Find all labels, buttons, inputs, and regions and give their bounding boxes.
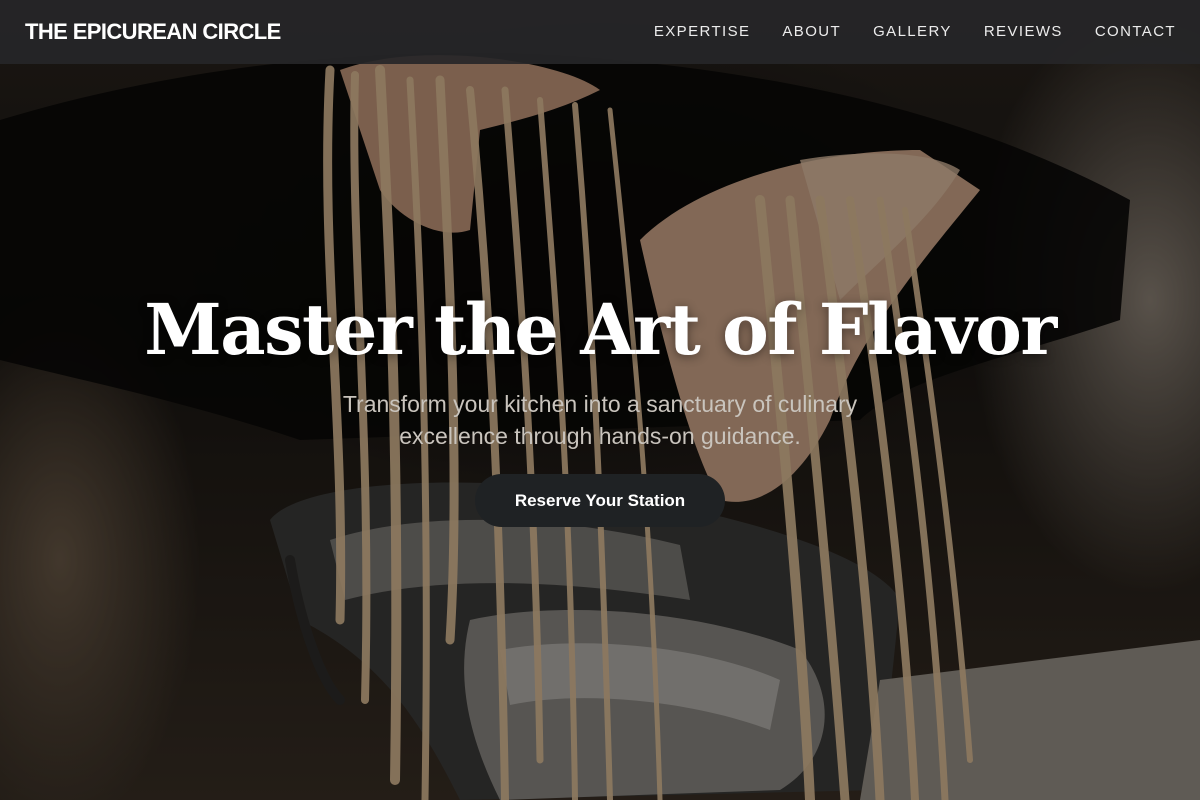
nav-link-about[interactable]: ABOUT: [782, 23, 841, 40]
nav-item-contact: CONTACT: [1095, 23, 1176, 41]
nav-item-expertise: EXPERTISE: [654, 23, 751, 41]
nav-link-reviews[interactable]: REVIEWS: [984, 23, 1063, 40]
hero-title: Master the Art of Flavor: [144, 288, 1057, 371]
nav-link-gallery[interactable]: GALLERY: [873, 23, 952, 40]
nav-item-reviews: REVIEWS: [984, 23, 1063, 41]
nav-item-gallery: GALLERY: [873, 23, 952, 41]
top-navbar: THE EPICUREAN CIRCLE EXPERTISE ABOUT GAL…: [0, 0, 1200, 64]
nav-link-contact[interactable]: CONTACT: [1095, 23, 1176, 40]
brand-logo-text[interactable]: THE EPICUREAN CIRCLE: [25, 19, 281, 45]
reserve-station-button[interactable]: Reserve Your Station: [474, 474, 726, 527]
hero-content: Master the Art of Flavor Transform your …: [0, 288, 1200, 527]
nav-link-expertise[interactable]: EXPERTISE: [654, 23, 751, 40]
hero-subtitle: Transform your kitchen into a sanctuary …: [342, 391, 858, 449]
nav-links: EXPERTISE ABOUT GALLERY REVIEWS CONTACT: [654, 23, 1176, 41]
nav-item-about: ABOUT: [782, 23, 841, 41]
